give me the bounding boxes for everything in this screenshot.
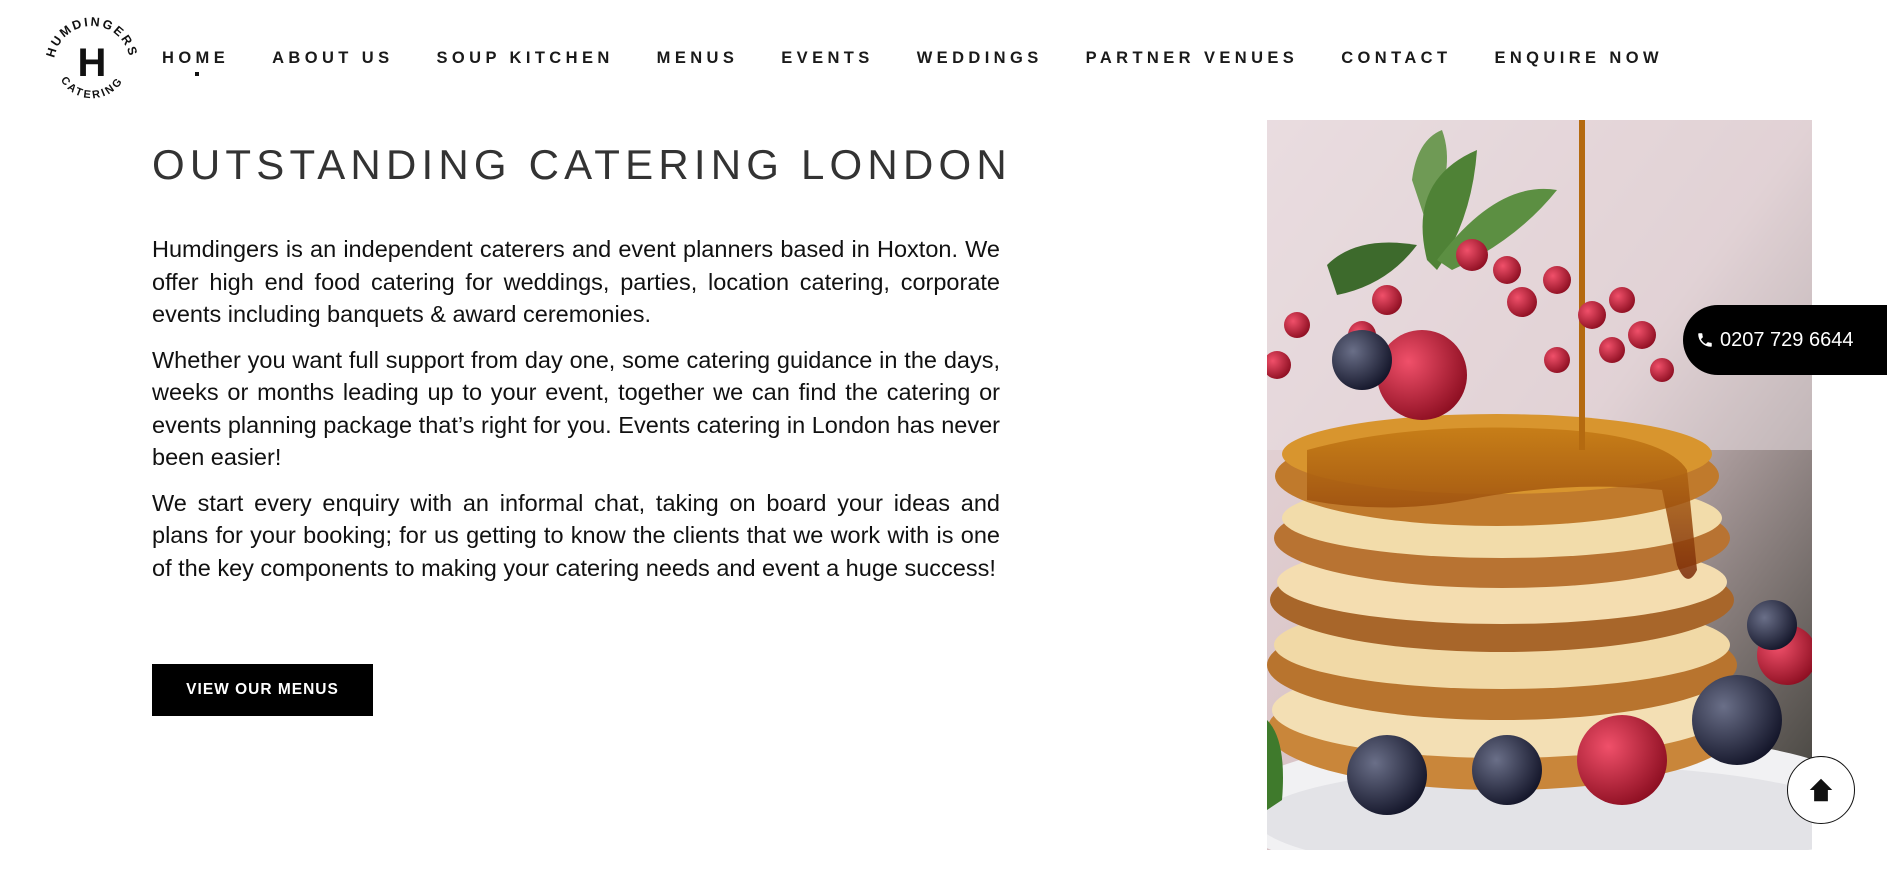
phone-number: 0207 729 6644 xyxy=(1720,328,1854,351)
nav-item-events[interactable]: EVENTS xyxy=(781,47,873,69)
nav-item-partner-venues[interactable]: PARTNER VENUES xyxy=(1086,47,1299,69)
intro-paragraph-2: Whether you want full support from day o… xyxy=(152,346,1000,471)
page-title: OUTSTANDING CATERING LONDON xyxy=(152,141,1012,188)
phone-call-tab[interactable]: 0207 729 6644 xyxy=(1683,305,1887,375)
site-header: HUMDINGERS CATERING H HOME ABOUT US SOUP… xyxy=(0,0,1887,115)
nav-item-weddings[interactable]: WEDDINGS xyxy=(917,47,1043,69)
logo-seal: HUMDINGERS CATERING H xyxy=(44,15,139,102)
nav-item-home[interactable]: HOME xyxy=(162,47,229,76)
pancake-stack-illustration xyxy=(1267,120,1812,850)
arrow-up-icon xyxy=(1809,778,1833,802)
hero-image-pancakes xyxy=(1267,120,1812,850)
phone-icon xyxy=(1696,331,1714,349)
intro-text: Humdingers is an independent caterers an… xyxy=(152,233,1000,597)
nav-item-menus[interactable]: MENUS xyxy=(657,47,739,69)
intro-paragraph-3: We start every enquiry with an informal … xyxy=(152,489,1000,581)
back-to-top-button[interactable] xyxy=(1787,756,1855,824)
humdingers-logo[interactable]: HUMDINGERS CATERING H xyxy=(36,4,148,116)
svg-text:H: H xyxy=(78,41,107,85)
nav-item-contact[interactable]: CONTACT xyxy=(1341,47,1451,69)
intro-paragraph-1: Humdingers is an independent caterers an… xyxy=(152,236,1000,327)
view-our-menus-button[interactable]: VIEW OUR MENUS xyxy=(152,664,373,716)
main-nav: HOME ABOUT US SOUP KITCHEN MENUS EVENTS … xyxy=(162,47,1706,76)
nav-item-soup-kitchen[interactable]: SOUP KITCHEN xyxy=(436,47,613,69)
nav-item-enquire-now[interactable]: ENQUIRE NOW xyxy=(1494,47,1662,69)
nav-item-about-us[interactable]: ABOUT US xyxy=(272,47,393,69)
